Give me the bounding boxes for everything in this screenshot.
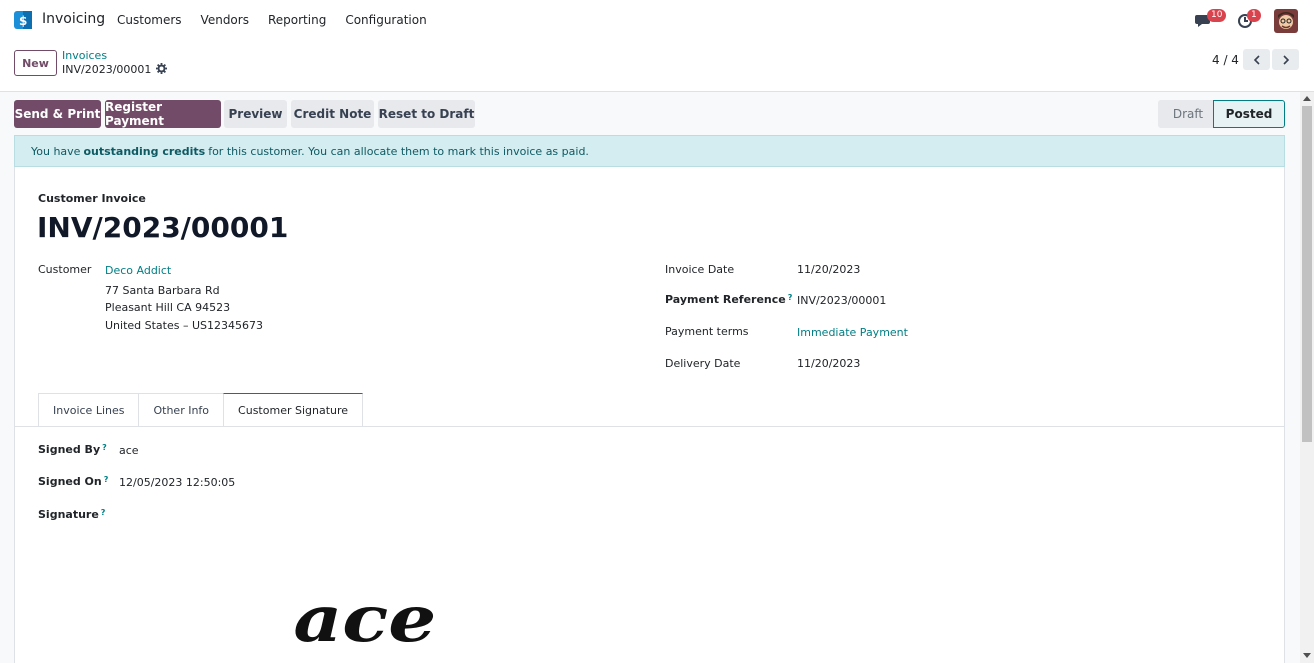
address-line-1: 77 Santa Barbara Rd	[105, 284, 220, 297]
signed-by-value[interactable]: ace	[119, 444, 139, 457]
register-payment-button[interactable]: Register Payment	[105, 100, 221, 128]
preview-button[interactable]: Preview	[224, 100, 287, 128]
address-line-3: United States – US12345673	[105, 319, 264, 332]
payment-reference-label-text: Payment Reference	[665, 293, 786, 306]
payment-reference-label: Payment Reference?	[665, 293, 792, 306]
credit-note-button[interactable]: Credit Note	[291, 100, 374, 128]
scrollbar-thumb[interactable]	[1302, 106, 1312, 442]
menu-configuration[interactable]: Configuration	[345, 13, 426, 27]
signature-image[interactable]: ace	[291, 579, 477, 649]
messages-badge: 10	[1207, 9, 1227, 22]
pager-previous-button[interactable]	[1243, 49, 1270, 70]
status-stages: Draft Posted	[1158, 100, 1285, 128]
tab-other-info[interactable]: Other Info	[138, 393, 224, 427]
invoicing-app-icon[interactable]: $	[14, 11, 32, 29]
menu-customers[interactable]: Customers	[117, 13, 182, 27]
pager-value[interactable]: 4 / 4	[1212, 53, 1239, 67]
payment-terms-link[interactable]: Immediate Payment	[797, 326, 908, 339]
delivery-date-label: Delivery Date	[665, 357, 741, 370]
tab-customer-signature[interactable]: Customer Signature	[223, 393, 364, 427]
signature-text: ace	[293, 581, 436, 649]
control-panel: New Invoices INV/2023/00001 4 / 4	[0, 41, 1314, 92]
customer-link[interactable]: Deco Addict	[105, 264, 171, 277]
main-menu: Customers Vendors Reporting Configuratio…	[117, 13, 446, 27]
signed-on-value[interactable]: 12/05/2023 12:50:05	[119, 476, 235, 489]
send-print-button[interactable]: Send & Print	[14, 100, 101, 128]
signed-by-label: Signed By?	[38, 443, 107, 456]
notebook-tabs: Invoice Lines Other Info Customer Signat…	[38, 393, 364, 427]
menu-reporting[interactable]: Reporting	[268, 13, 326, 27]
menu-vendors[interactable]: Vendors	[201, 13, 249, 27]
breadcrumb-current: INV/2023/00001	[62, 63, 152, 76]
signed-by-label-text: Signed By	[38, 443, 101, 456]
alert-bold-text: outstanding credits	[83, 144, 206, 158]
alert-prefix: You have	[31, 144, 81, 158]
svg-text:$: $	[19, 14, 27, 28]
form-statusbar: Send & Print Register Payment Preview Cr…	[0, 92, 1300, 135]
signed-on-label: Signed On?	[38, 475, 108, 488]
document-type: Customer Invoice	[38, 192, 146, 205]
alert-suffix: for this customer. You can allocate them…	[208, 144, 589, 158]
help-tooltip-icon[interactable]: ?	[102, 443, 107, 452]
form-sheet: Customer Invoice INV/2023/00001 Customer…	[14, 167, 1285, 663]
activities-badge: 1	[1247, 9, 1261, 22]
breadcrumb-invoices[interactable]: Invoices	[62, 49, 107, 62]
gear-icon[interactable]	[156, 63, 167, 74]
signature-label-text: Signature	[38, 508, 99, 521]
help-tooltip-icon[interactable]: ?	[101, 508, 106, 517]
payment-reference-value[interactable]: INV/2023/00001	[797, 294, 886, 307]
tab-divider	[15, 426, 1285, 427]
signed-on-label-text: Signed On	[38, 475, 102, 488]
scroll-down-icon[interactable]	[1303, 653, 1311, 658]
scrollbar[interactable]	[1300, 92, 1314, 663]
app-name[interactable]: Invoicing	[42, 11, 105, 27]
address-line-2: Pleasant Hill CA 94523	[105, 301, 231, 314]
invoice-date-value[interactable]: 11/20/2023	[797, 263, 860, 276]
reset-to-draft-button[interactable]: Reset to Draft	[378, 100, 475, 128]
outstanding-credits-alert: You have outstanding credits for this cu…	[14, 135, 1285, 167]
tab-invoice-lines[interactable]: Invoice Lines	[38, 393, 139, 427]
help-tooltip-icon[interactable]: ?	[104, 475, 109, 484]
delivery-date-value[interactable]: 11/20/2023	[797, 357, 860, 370]
payment-terms-label: Payment terms	[665, 325, 749, 338]
chevron-left-icon	[1253, 54, 1260, 65]
chevron-right-icon	[1282, 54, 1289, 65]
help-tooltip-icon[interactable]: ?	[788, 293, 793, 302]
avatar[interactable]	[1274, 9, 1298, 33]
stage-draft[interactable]: Draft	[1158, 100, 1218, 128]
top-navbar: $ Invoicing Customers Vendors Reporting …	[0, 0, 1314, 41]
pager-next-button[interactable]	[1272, 49, 1299, 70]
customer-label: Customer	[38, 263, 92, 276]
scroll-up-icon[interactable]	[1303, 96, 1311, 101]
stage-posted[interactable]: Posted	[1213, 100, 1285, 128]
invoice-date-label: Invoice Date	[665, 263, 735, 276]
signature-label: Signature?	[38, 508, 105, 521]
page-title: INV/2023/00001	[37, 211, 289, 244]
new-button[interactable]: New	[14, 50, 57, 76]
